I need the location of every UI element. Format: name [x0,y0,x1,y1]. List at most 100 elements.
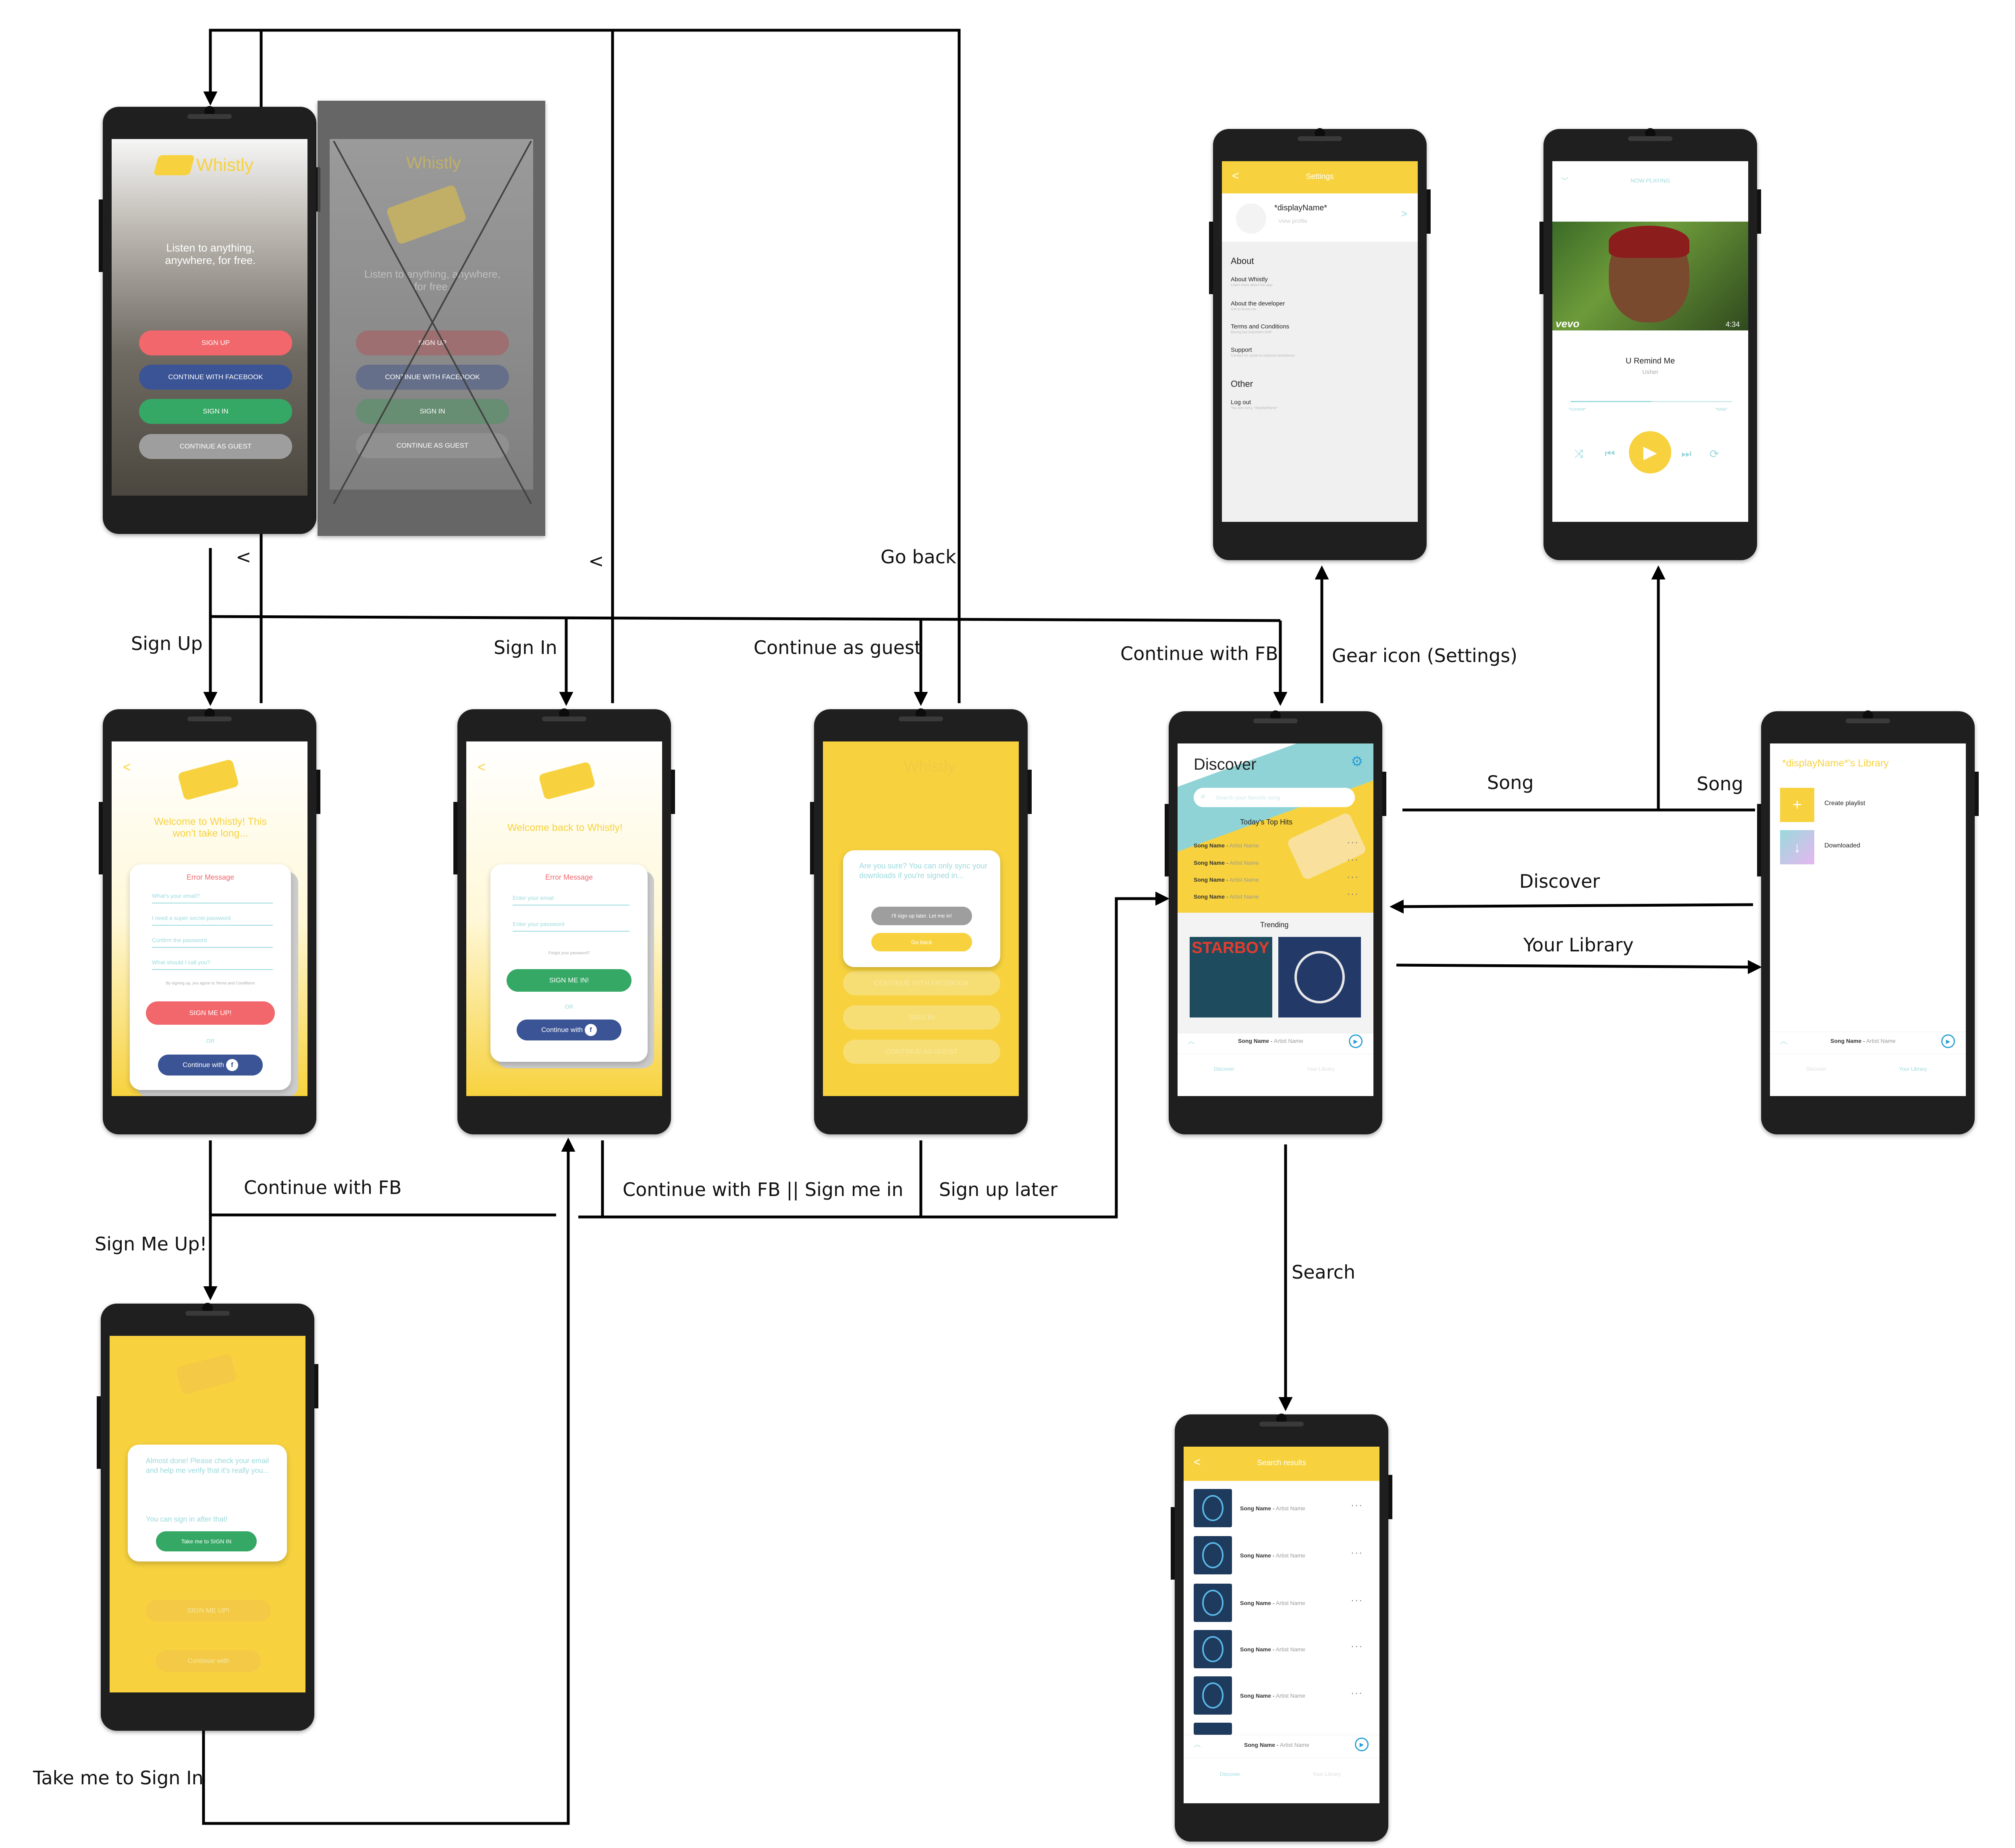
whistle-logo-icon [538,761,596,800]
now-playing-header: NOW PLAYING [1631,177,1670,184]
password-field[interactable]: Enter your password [513,921,564,927]
back-icon[interactable]: < [478,760,486,775]
sign-up-button[interactable]: SIGN UP [139,330,292,355]
label-discover: Discover [1519,870,1600,892]
result-row[interactable]: Song Name - Artist Name [1240,1552,1305,1559]
hit-row[interactable]: Song Name - Artist Name [1194,842,1259,849]
facebook-icon: f [226,1059,238,1071]
gear-icon[interactable]: ⚙ [1351,754,1363,770]
continue-with-fb-button[interactable]: Continue with f [517,1020,621,1040]
music-video[interactable]: vevo 4:34 [1552,222,1748,330]
now-playing-bar[interactable]: Song Name - Artist Name [1238,1038,1303,1044]
chevron-up-icon[interactable]: ︿ [1780,1036,1787,1046]
sign-me-in-button[interactable]: SIGN ME IN! [507,969,632,992]
result-thumb [1194,1584,1232,1622]
result-row[interactable]: Song Name - Artist Name [1240,1505,1305,1512]
album-cover-awaken[interactable] [1278,937,1361,1017]
previous-icon[interactable]: ⏮ [1605,447,1615,461]
display-name: *displayName* [1274,203,1327,212]
view-profile: View profile [1278,218,1308,224]
sign-up-later-button[interactable]: I'll sign up later. Let me in! [871,907,972,925]
create-playlist[interactable]: Create playlist [1824,800,1865,807]
hit-row[interactable]: Song Name - Artist Name [1194,860,1259,866]
logout-item[interactable]: Log out You are sorry, *displayName* [1231,399,1278,410]
search-placeholder: Search your favorite song [1216,794,1280,801]
now-playing-bar[interactable]: Song Name - Artist Name [1244,1742,1309,1748]
now-playing-bar[interactable]: Song Name - Artist Name [1830,1038,1896,1044]
album-art-face [1294,951,1345,1003]
name-field[interactable]: What should I call you? [152,959,210,966]
dialog-text: Are you sure? You can only sync your dow… [859,862,987,880]
result-row[interactable]: Song Name - Artist Name [1240,1600,1305,1606]
back-icon[interactable]: < [123,760,131,775]
play-button[interactable]: ▶ [1629,431,1671,473]
nav-library[interactable]: Your Library [1899,1066,1927,1072]
welcome-back-text: Welcome back to Whistly! [507,822,623,833]
more-icon[interactable]: ··· [1351,1641,1363,1652]
result-row[interactable]: Song Name - Artist Name [1240,1646,1305,1653]
settings-item[interactable]: Support Contact for quick-to-respond assi… [1231,347,1295,357]
nav-discover[interactable]: Discover [1214,1066,1234,1072]
hit-row[interactable]: Song Name - Artist Name [1194,893,1259,900]
continue-guest-button[interactable]: CONTINUE AS GUEST [139,434,292,459]
search-input[interactable]: ⌕ Search your favorite song [1194,788,1355,807]
sign-in-button[interactable]: SIGN IN [139,399,292,424]
email-field[interactable]: Enter your email [513,895,554,901]
nav-library[interactable]: Your Library [1307,1066,1335,1072]
nav-discover[interactable]: Discover [1806,1066,1827,1072]
chevron-up-icon[interactable]: ︿ [1194,1739,1201,1749]
next-icon[interactable]: ⏭ [1681,447,1691,461]
more-icon[interactable]: ··· [1347,854,1359,866]
download-icon[interactable]: ↓ [1780,830,1814,864]
label-sign-up: Sign Up [131,633,203,654]
more-icon[interactable]: ··· [1351,1595,1363,1606]
phone-signin: < Welcome back to Whistly! Error Message… [453,708,675,1134]
more-icon[interactable]: ··· [1347,889,1359,900]
play-icon[interactable]: ▶ [1355,1738,1369,1751]
album-cover-starboy[interactable]: STARBOY [1190,937,1272,1017]
play-icon[interactable]: ▶ [1941,1034,1955,1048]
settings-item[interactable]: About the developer Get to know me [1231,300,1285,311]
confirm-password-field[interactable]: Confirm the password [152,937,207,943]
go-back-button[interactable]: Go back [871,933,972,951]
progress-bar[interactable] [1570,401,1732,402]
more-icon[interactable]: ··· [1347,872,1359,883]
or-divider: OR [565,1003,573,1010]
header-title: Settings [1306,172,1334,181]
continue-facebook-button[interactable]: CONTINUE WITH FACEBOOK [139,365,292,390]
result-row[interactable]: Song Name - Artist Name [1240,1692,1305,1699]
password-field[interactable]: I need a super secret password [152,915,231,921]
nav-library[interactable]: Your Library [1313,1771,1341,1777]
result-thumb [1194,1536,1232,1574]
sign-me-up-button[interactable]: SIGN ME UP! [146,1001,275,1025]
label-song-right: Song [1697,773,1743,795]
play-icon[interactable]: ▶ [1349,1034,1363,1048]
email-field[interactable]: What's your email? [152,893,200,899]
downloaded[interactable]: Downloaded [1824,842,1860,849]
forgot-password-link[interactable]: Forgot your password? [490,951,648,955]
phone-landing-ghost: Whistly Listen to anything, anywhere, fo… [318,101,545,536]
nav-discover[interactable]: Discover [1220,1771,1240,1777]
more-icon[interactable]: ··· [1351,1547,1363,1559]
settings-item[interactable]: About Whistly Learn more about the app [1231,276,1273,287]
hit-row[interactable]: Song Name - Artist Name [1194,876,1259,883]
bg-sign-me-up: SIGN ME UP! [146,1600,271,1622]
chevron-up-icon[interactable]: ︿ [1188,1036,1195,1046]
take-me-sign-in-button[interactable]: Take me to SIGN IN [156,1531,257,1551]
bg-app-name: Whistly [904,758,956,775]
wire-library [1396,960,1762,974]
continue-with-fb-button[interactable]: Continue with f [158,1055,263,1076]
profile-row[interactable]: *displayName* View profile > [1222,193,1418,242]
shuffle-icon[interactable]: ⤨ [1575,447,1583,461]
now-playing-screen: ﹀ NOW PLAYING vevo 4:34 U Remind Me Ushe… [1552,161,1748,522]
more-icon[interactable]: ··· [1347,837,1359,848]
more-icon[interactable]: ··· [1351,1688,1363,1699]
settings-item[interactable]: Terms and Conditions Boring but important… [1231,323,1289,334]
settings-screen: < Settings *displayName* View profile > … [1222,161,1418,522]
more-icon[interactable]: ··· [1351,1500,1363,1511]
add-icon[interactable]: + [1780,788,1814,822]
repeat-icon[interactable]: ⟳ [1710,447,1719,461]
or-divider: OR [206,1038,215,1044]
signin-screen: < Welcome back to Whistly! Error Message… [466,741,662,1096]
result-thumb [1194,1630,1232,1668]
